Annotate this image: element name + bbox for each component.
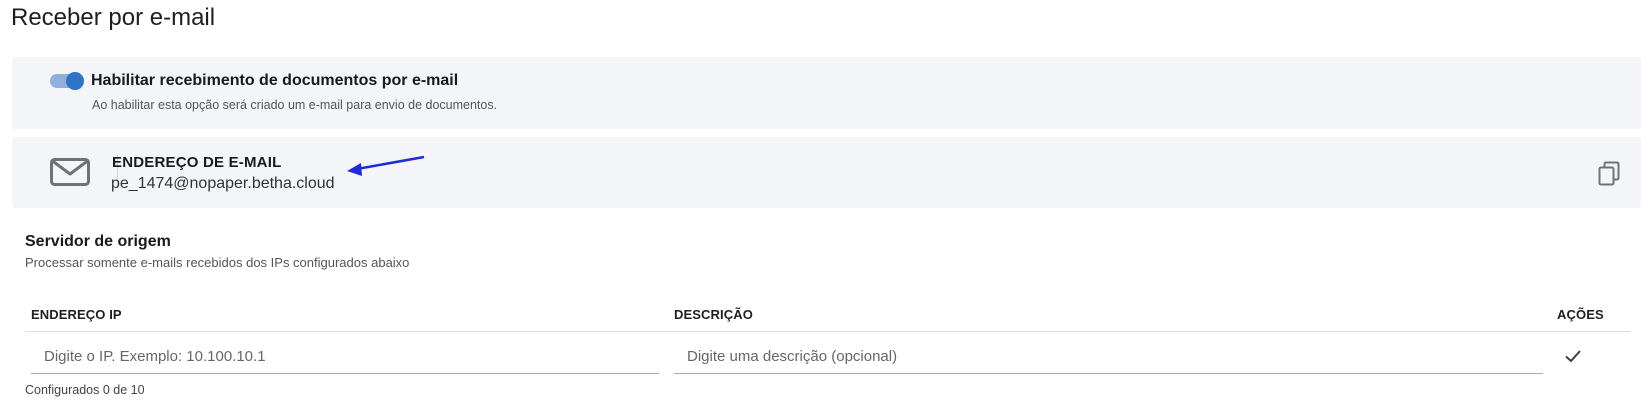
- email-address-panel: ENDEREÇO DE E-MAIL pe_1474@nopaper.betha…: [12, 137, 1641, 208]
- toggle-label: Habilitar recebimento de documentos por …: [91, 72, 459, 89]
- email-address-label: ENDEREÇO DE E-MAIL: [112, 154, 282, 171]
- check-icon[interactable]: [1564, 348, 1582, 364]
- column-header-description: DESCRIÇÃO: [674, 307, 753, 322]
- copy-icon[interactable]: [1597, 161, 1621, 187]
- column-header-ip: ENDEREÇO IP: [31, 307, 122, 322]
- enable-email-toggle[interactable]: [50, 72, 84, 90]
- toggle-knob: [66, 72, 84, 90]
- toggle-description: Ao habilitar esta opção será criado um e…: [92, 98, 498, 112]
- toggle-panel: Habilitar recebimento de documentos por …: [12, 57, 1641, 129]
- configured-count: Configurados 0 de 10: [25, 383, 145, 397]
- annotation-arrow-icon: [347, 155, 425, 176]
- mail-icon: [50, 158, 90, 186]
- origin-server-title: Servidor de origem: [25, 233, 171, 250]
- email-address-value[interactable]: pe_1474@nopaper.betha.cloud: [111, 175, 335, 193]
- table-header-divider: [25, 331, 1630, 332]
- description-input[interactable]: [674, 340, 1543, 374]
- page-title: Receber por e-mail: [11, 4, 216, 31]
- ip-address-input[interactable]: [31, 340, 659, 374]
- column-header-actions: AÇÕES: [1557, 307, 1604, 322]
- origin-server-description: Processar somente e-mails recebidos dos …: [25, 255, 410, 270]
